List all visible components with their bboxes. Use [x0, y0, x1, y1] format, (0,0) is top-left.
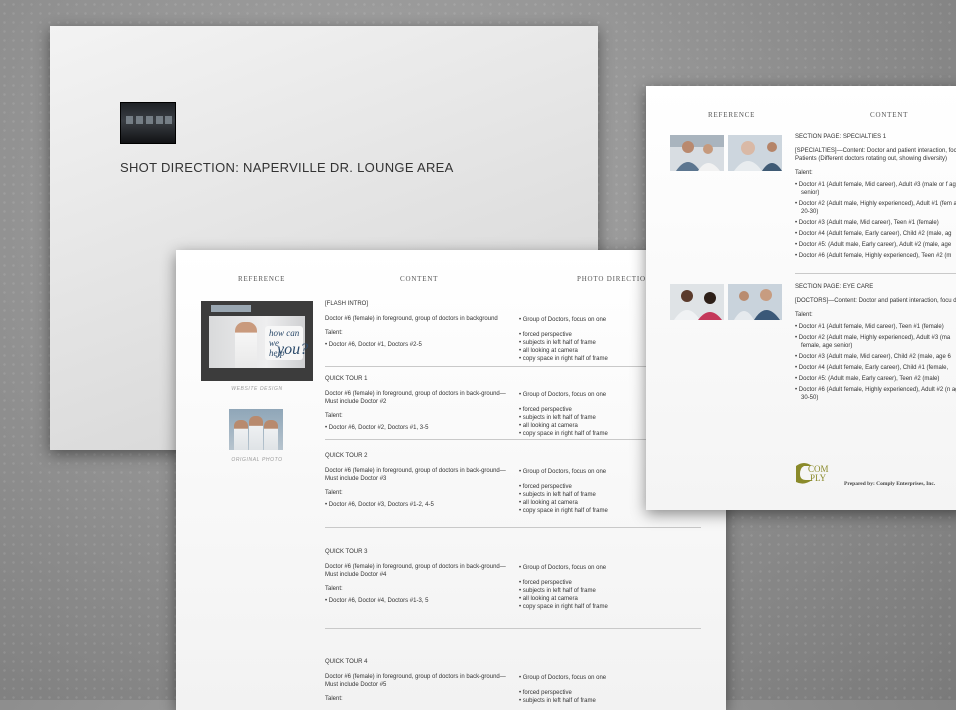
section-page-specialties: SECTION PAGE: SPECIALTIES 1 [SPECIALTIES… [795, 133, 956, 263]
talent-item: • Doctor #1 (Adult female, Mid career), … [795, 182, 956, 196]
direction-item: • forced perspective [519, 690, 572, 696]
direction-item: • forced perspective [519, 580, 572, 586]
section-title: QUICK TOUR 2 [325, 453, 368, 459]
shot-section-quick-tour-1: QUICK TOUR 1 Doctor #6 (female) in foreg… [325, 375, 701, 440]
section-description: Doctor #6 (female) in foreground, group … [325, 316, 498, 322]
talent-item: • Doctor #4 (Adult female, Early career)… [795, 365, 949, 371]
shot-section-quick-tour-3: QUICK TOUR 3 Doctor #6 (female) in foreg… [325, 548, 701, 629]
section-title: QUICK TOUR 1 [325, 376, 368, 382]
section-divider [795, 273, 956, 274]
shot-direction-title: SHOT DIRECTION: NAPERVILLE DR. LOUNGE AR… [120, 160, 454, 175]
comply-logo: COM PLY [796, 463, 829, 484]
talent-item: • Doctor #1 (Adult female, Mid career), … [795, 324, 944, 330]
lounge-thumbnail-photo [120, 102, 176, 144]
talent-label: Talent: [795, 312, 813, 318]
section-title: QUICK TOUR 3 [325, 549, 368, 555]
content-column-header: CONTENT [400, 275, 439, 283]
talent-item: • Doctor #4 (Adult female, Early career)… [795, 231, 952, 237]
reference-column-header: REFERENCE [708, 111, 756, 119]
section-pages-sheet: REFERENCE CONTENT SECTION PAGE: SPECIALT… [646, 86, 956, 510]
doctor-figure [235, 322, 257, 368]
shot-list-sheet: REFERENCE CONTENT PHOTO DIRECTION how ca… [176, 250, 726, 710]
section-title: SECTION PAGE: SPECIALTIES 1 [795, 134, 887, 140]
section-description: Doctor #6 (female) in foreground, group … [325, 391, 506, 405]
direction-main: • Group of Doctors, focus on one [519, 675, 607, 681]
shot-section-quick-tour-2: QUICK TOUR 2 Doctor #6 (female) in foreg… [325, 452, 701, 528]
section-description: Doctor #6 (female) in foreground, group … [325, 468, 506, 482]
reference-column-header: REFERENCE [238, 275, 286, 283]
direction-item: • copy space in right half of frame [519, 604, 608, 610]
section-title: SECTION PAGE: EYE CARE [795, 284, 874, 290]
section-divider [325, 527, 701, 528]
talent-item: • Doctor #6 (Adult female, Highly experi… [795, 387, 956, 401]
talent-item: • Doctor #2 (Adult male, Highly experien… [795, 335, 951, 349]
eye-care-photo-2 [728, 284, 782, 320]
direction-main: • Group of Doctors, focus on one [519, 565, 607, 571]
doctor-patient-photo-1 [670, 135, 724, 171]
section-description: [SPECIALTIES]—Content: Doctor and patien… [795, 148, 956, 162]
website-design-caption: WEBSITE DESIGN [231, 386, 283, 392]
photo-direction: • Group of Doctors, focus on one • force… [519, 674, 699, 705]
section-divider [325, 439, 701, 440]
talent-item: • Doctor #5: (Adult male, Early career),… [795, 376, 940, 382]
talent-item: • Doctor #5: (Adult male, Early career),… [795, 242, 952, 248]
website-tagline-big: you? [277, 341, 309, 358]
section-description: Doctor #6 (female) in foreground, group … [325, 564, 506, 578]
section-description: [DOCTORS]—Content: Doctor and patient in… [795, 298, 956, 304]
eye-care-photo-1 [670, 284, 724, 320]
section-description: Doctor #6 (female) in foreground, group … [325, 674, 506, 688]
talent-item: • Doctor #2 (Adult male, Highly experien… [795, 201, 956, 215]
talent-label: Talent: [795, 170, 813, 176]
section-page-eye-care: SECTION PAGE: EYE CARE [DOCTORS]—Content… [795, 283, 956, 405]
shot-section-flash-intro: [FLASH INTRO] Doctor #6 (female) in fore… [325, 300, 701, 367]
talent-item: • Doctor #6 (Adult female, Highly experi… [795, 253, 952, 259]
logo-text-bottom: PLY [810, 473, 827, 483]
original-photo-caption: ORIGINAL PHOTO [231, 457, 283, 463]
prepared-by-footer: Prepared by: Comply Enterprises, Inc. [844, 481, 936, 487]
photo-direction-column-header: PHOTO DIRECTION [577, 275, 652, 283]
direction-item: • all looking at camera [519, 596, 578, 602]
direction-item: • subjects in left half of frame [519, 588, 596, 594]
doctor-patient-photo-2 [728, 135, 782, 171]
talent-item: • Doctor #3 (Adult male, Mid career), Te… [795, 220, 939, 226]
section-divider [325, 628, 701, 629]
direction-item: • subjects in left half of frame [519, 698, 596, 704]
content-column-header: CONTENT [870, 111, 909, 119]
photo-direction: • Group of Doctors, focus on one • force… [519, 564, 699, 611]
section-title: [FLASH INTRO] [325, 301, 369, 307]
section-title: QUICK TOUR 4 [325, 659, 368, 665]
talent-item: • Doctor #3 (Adult male, Mid career), Ch… [795, 354, 951, 360]
section-divider [325, 366, 701, 367]
original-photo-reference-image [229, 409, 283, 450]
website-design-reference-image: how can we help you? [201, 301, 313, 381]
